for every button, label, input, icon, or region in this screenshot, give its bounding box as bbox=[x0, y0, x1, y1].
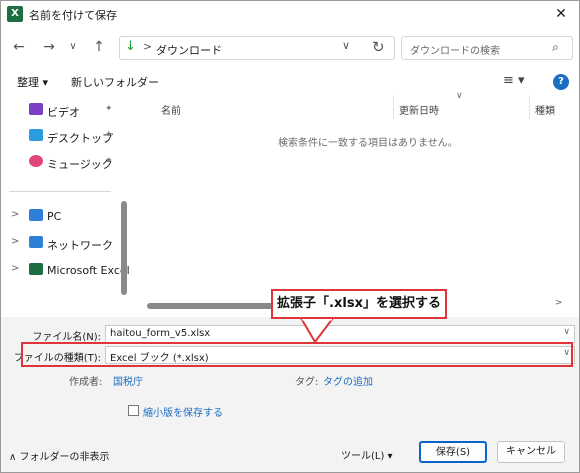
filename-field[interactable]: haitou_form_v5.xlsx ∨ bbox=[105, 325, 575, 343]
filename-dropdown-chevron-icon[interactable]: ∨ bbox=[563, 327, 570, 337]
forward-arrow-icon[interactable]: → bbox=[39, 37, 59, 57]
recent-locations-chevron-icon[interactable]: ∨ bbox=[63, 37, 83, 57]
save-as-dialog: X 名前を付けて保存 ✕ ← → ∨ ↑ ↓ > ダウンロード ∨ ↻ ダウンロ… bbox=[0, 0, 580, 473]
sidebar-item-label: デスクトップ bbox=[47, 132, 113, 145]
column-separator[interactable] bbox=[529, 95, 530, 119]
sidebar-item-label: PC bbox=[47, 210, 62, 223]
scroll-right-arrow-icon[interactable]: > bbox=[555, 298, 563, 308]
pin-icon: ✦ bbox=[105, 104, 113, 114]
close-icon[interactable]: ✕ bbox=[549, 3, 573, 25]
view-options-icon[interactable]: ≡ ▾ bbox=[503, 73, 525, 88]
excel-icon bbox=[29, 263, 43, 275]
navigation-pane: ビデオ ✦ デスクトップ ✦ ミュージック ✦ > PC > ネットワーク > … bbox=[1, 95, 130, 311]
filename-label: ファイル名(N): bbox=[32, 332, 101, 343]
sidebar-item-desktop[interactable]: デスクトップ ✦ bbox=[1, 125, 119, 147]
tags-add-link[interactable]: タグの追加 bbox=[323, 373, 373, 388]
expand-chevron-icon[interactable]: > bbox=[11, 263, 19, 274]
navigation-scrollbar[interactable] bbox=[121, 101, 127, 299]
excel-app-icon: X bbox=[7, 6, 23, 22]
new-folder-button[interactable]: 新しいフォルダー bbox=[71, 74, 159, 90]
collapse-chevron-icon: ∧ bbox=[9, 452, 17, 463]
title-bar: X 名前を付けて保存 ✕ bbox=[1, 1, 579, 27]
breadcrumb-downloads[interactable]: ダウンロード bbox=[156, 42, 222, 58]
sidebar-item-label: ネットワーク bbox=[47, 239, 113, 252]
desktop-icon bbox=[29, 129, 43, 141]
sidebar-item-videos[interactable]: ビデオ ✦ bbox=[1, 99, 119, 121]
hide-folders-toggle[interactable]: ∧ フォルダーの非表示 bbox=[9, 448, 110, 463]
scrollbar-thumb[interactable] bbox=[121, 201, 127, 295]
save-button[interactable]: 保存(S) bbox=[419, 441, 487, 463]
network-icon bbox=[29, 236, 43, 248]
sidebar-item-pc[interactable]: > PC bbox=[1, 205, 119, 227]
file-list: 名前 更新日時 ∨ 種類 検索条件に一致する項目はありません。 > bbox=[131, 91, 579, 317]
expand-chevron-icon[interactable]: > bbox=[11, 209, 19, 220]
music-icon bbox=[29, 155, 43, 167]
address-bar[interactable]: ↓ > ダウンロード ∨ ↻ bbox=[119, 36, 395, 60]
callout-annotation: 拡張子「.xlsx」を選択する bbox=[271, 289, 447, 319]
pin-icon: ✦ bbox=[105, 130, 113, 140]
pc-icon bbox=[29, 209, 43, 221]
refresh-icon[interactable]: ↻ bbox=[372, 38, 385, 56]
download-folder-icon: ↓ bbox=[125, 39, 136, 54]
organize-button[interactable]: 整理 ▾ bbox=[17, 74, 48, 90]
sidebar-item-label: ミュージック bbox=[47, 158, 113, 171]
help-icon[interactable]: ? bbox=[553, 74, 569, 90]
hide-folders-label: フォルダーの非表示 bbox=[19, 452, 110, 463]
column-header-date-modified[interactable]: 更新日時 bbox=[399, 102, 439, 117]
author-value[interactable]: 国税庁 bbox=[113, 373, 143, 388]
search-placeholder: ダウンロードの検索 bbox=[410, 46, 500, 57]
video-icon bbox=[29, 103, 43, 115]
navigation-bar: ← → ∨ ↑ ↓ > ダウンロード ∨ ↻ ダウンロードの検索 ⌕ bbox=[1, 27, 579, 67]
sidebar-item-music[interactable]: ミュージック ✦ bbox=[1, 151, 119, 173]
up-arrow-icon[interactable]: ↑ bbox=[89, 37, 109, 57]
breadcrumb-separator-icon[interactable]: > bbox=[143, 40, 152, 53]
tools-dropdown[interactable]: ツール(L) ▾ bbox=[341, 447, 393, 462]
search-icon[interactable]: ⌕ bbox=[552, 40, 559, 55]
sidebar-divider bbox=[9, 191, 111, 192]
expand-chevron-icon[interactable]: > bbox=[11, 236, 19, 247]
pin-icon: ✦ bbox=[105, 156, 113, 166]
sidebar-item-network[interactable]: > ネットワーク bbox=[1, 232, 119, 254]
command-bar: 整理 ▾ 新しいフォルダー ≡ ▾ ? bbox=[1, 67, 579, 95]
filename-value: haitou_form_v5.xlsx bbox=[110, 328, 211, 339]
sort-chevron-icon: ∨ bbox=[456, 91, 463, 101]
sidebar-item-label: ビデオ bbox=[47, 106, 80, 119]
back-arrow-icon[interactable]: ← bbox=[9, 37, 29, 57]
cancel-button[interactable]: キャンセル bbox=[497, 441, 565, 463]
window-title: 名前を付けて保存 bbox=[29, 9, 117, 22]
filetype-highlight-box bbox=[21, 342, 573, 367]
empty-list-message: 検索条件に一致する項目はありません。 bbox=[278, 138, 458, 149]
column-header-type[interactable]: 種類 bbox=[535, 102, 555, 117]
sidebar-item-microsoft-excel[interactable]: > Microsoft Excel bbox=[1, 259, 130, 281]
thumbnail-checkbox[interactable] bbox=[128, 405, 139, 416]
sidebar-item-label: Microsoft Excel bbox=[47, 264, 130, 277]
author-label: 作成者: bbox=[69, 377, 103, 388]
column-header-name[interactable]: 名前 bbox=[161, 102, 181, 117]
search-box[interactable]: ダウンロードの検索 ⌕ bbox=[401, 36, 573, 60]
tags-label: タグ: bbox=[295, 377, 319, 388]
callout-pointer bbox=[299, 318, 335, 344]
thumbnail-label[interactable]: 縮小版を保存する bbox=[143, 404, 223, 419]
column-separator[interactable] bbox=[393, 95, 394, 119]
address-history-chevron-icon[interactable]: ∨ bbox=[342, 39, 350, 52]
